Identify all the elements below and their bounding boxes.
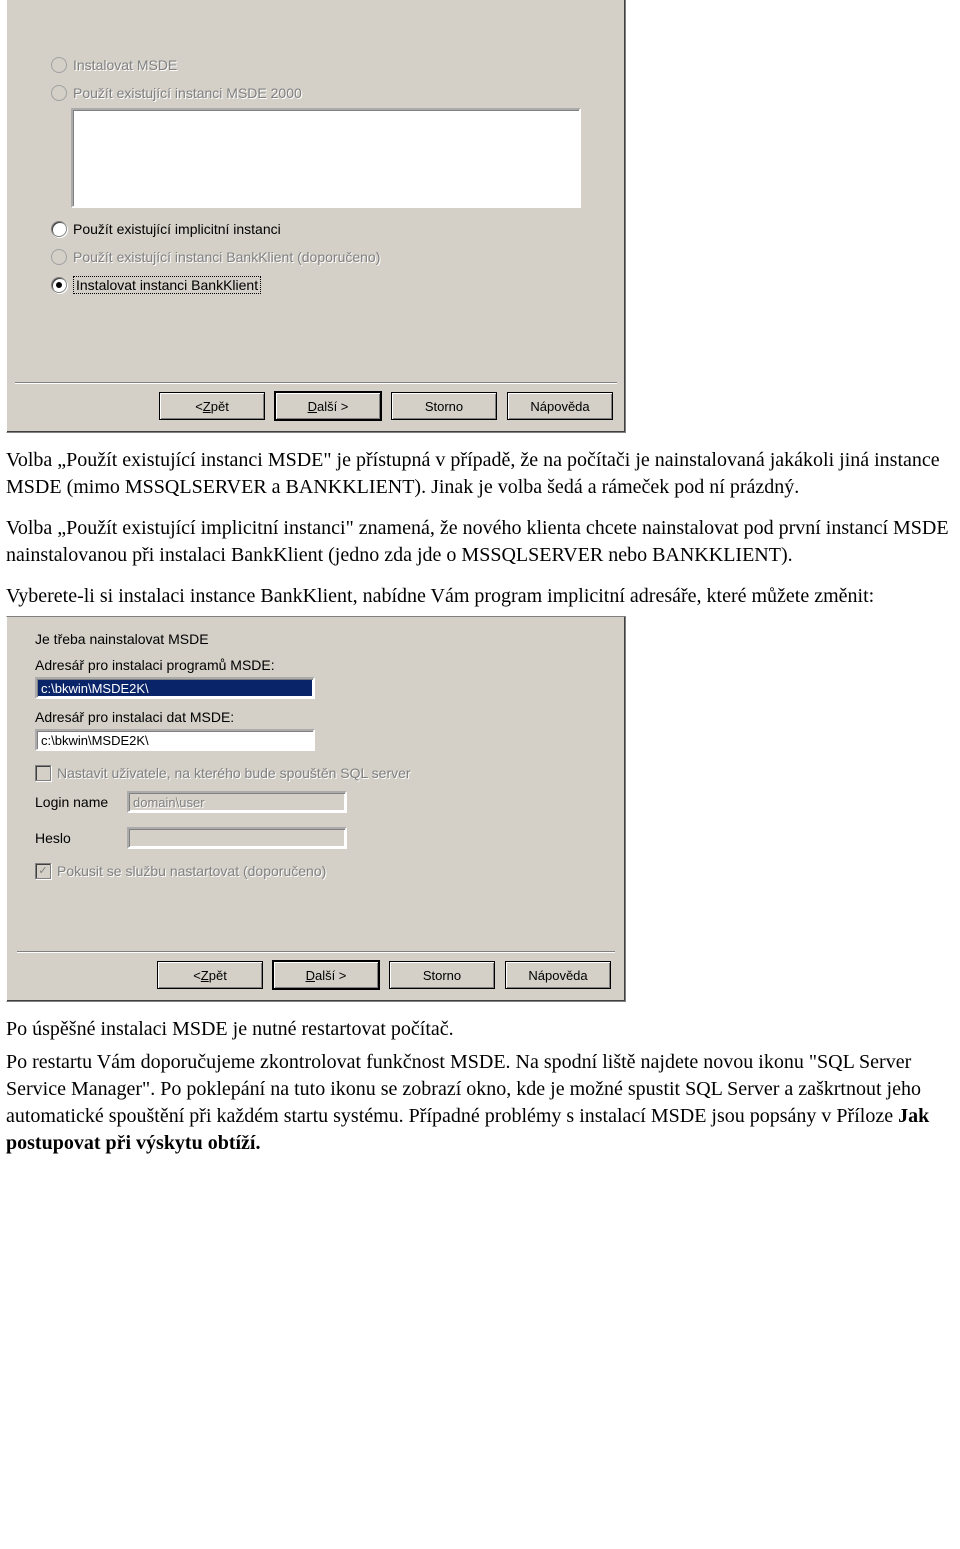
row-heslo: Heslo (35, 827, 615, 849)
cancel-button[interactable]: Storno (389, 961, 495, 989)
msde-paths-dialog: Je třeba nainstalovat MSDE Adresář pro i… (6, 616, 626, 1002)
text: D (306, 968, 315, 983)
label-login: Login name (35, 794, 127, 810)
text: Z (201, 968, 209, 983)
separator (15, 382, 617, 384)
instance-listbox[interactable] (71, 108, 581, 208)
body-paragraph-1: Volba „Použít existující instanci MSDE" … (6, 447, 954, 501)
radio-label: Použít existující instanci BankKlient (d… (73, 249, 380, 265)
body-paragraph-4: Po úspěšné instalaci MSDE je nutné resta… (6, 1016, 954, 1043)
radio-label: Instalovat instanci BankKlient (73, 276, 261, 294)
label-data-dir: Adresář pro instalaci dat MSDE: (35, 709, 615, 725)
radio-label: Instalovat MSDE (73, 57, 177, 73)
input-value: c:\bkwin\MSDE2K\ (41, 733, 149, 748)
next-button[interactable]: Další > (273, 961, 379, 989)
text: pět (211, 399, 229, 414)
radio-use-implicit[interactable]: Použít existující implicitní instanci (51, 218, 617, 240)
separator (17, 951, 615, 953)
install-options-dialog: Instalovat MSDE Použít existující instan… (6, 0, 626, 433)
placeholder: domain\user (133, 795, 205, 810)
input-data-dir[interactable]: c:\bkwin\MSDE2K\ (35, 729, 315, 751)
text: alší > (317, 399, 348, 414)
radio-icon[interactable] (51, 277, 67, 293)
checkbox-set-user: Nastavit uživatele, na kterého bude spou… (35, 763, 615, 783)
radio-icon (51, 249, 67, 265)
radio-label: Použít existující instanci MSDE 2000 (73, 85, 302, 101)
text: < (193, 968, 201, 983)
radio-label: Použít existující implicitní instanci (73, 221, 281, 237)
button-row: < Zpět Další > Storno Nápověda (15, 392, 613, 420)
input-prog-dir[interactable]: c:\bkwin\MSDE2K\ (35, 677, 315, 699)
radio-icon (51, 57, 67, 73)
checkbox-label: Nastavit uživatele, na kterého bude spou… (57, 765, 411, 781)
help-button[interactable]: Nápověda (507, 392, 613, 420)
text: Po restartu Vám doporučujeme zkontrolova… (6, 1051, 921, 1127)
dialog-heading: Je třeba nainstalovat MSDE (35, 631, 615, 647)
text: D (308, 399, 317, 414)
radio-icon[interactable] (51, 221, 67, 237)
checkbox-start-service: Pokusit se službu nastartovat (doporučen… (35, 861, 615, 881)
radio-icon (51, 85, 67, 101)
text: < (195, 399, 203, 414)
radio-install-msde: Instalovat MSDE (51, 54, 617, 76)
radio-use-bankklient: Použít existující instanci BankKlient (d… (51, 246, 617, 268)
checkbox-icon (35, 863, 51, 879)
input-value: c:\bkwin\MSDE2K\ (41, 681, 149, 696)
help-button[interactable]: Nápověda (505, 961, 611, 989)
label-heslo: Heslo (35, 830, 127, 846)
button-row: < Zpět Další > Storno Nápověda (17, 961, 611, 989)
text: Z (203, 399, 211, 414)
next-button[interactable]: Další > (275, 392, 381, 420)
back-button[interactable]: < Zpět (159, 392, 265, 420)
input-heslo (127, 827, 347, 849)
body-paragraph-5: Po restartu Vám doporučujeme zkontrolova… (6, 1049, 954, 1157)
text: alší > (315, 968, 346, 983)
radio-install-bankklient[interactable]: Instalovat instanci BankKlient (51, 274, 617, 296)
radio-use-existing-msde2000: Použít existující instanci MSDE 2000 (51, 82, 617, 104)
input-login: domain\user (127, 791, 347, 813)
body-paragraph-2: Volba „Použít existující implicitní inst… (6, 515, 954, 569)
cancel-button[interactable]: Storno (391, 392, 497, 420)
checkbox-icon (35, 765, 51, 781)
checkbox-label: Pokusit se službu nastartovat (doporučen… (57, 863, 326, 879)
back-button[interactable]: < Zpět (157, 961, 263, 989)
label-prog-dir: Adresář pro instalaci programů MSDE: (35, 657, 615, 673)
row-login: Login name domain\user (35, 791, 615, 813)
body-paragraph-3: Vyberete-li si instalaci instance BankKl… (6, 583, 954, 610)
text: pět (209, 968, 227, 983)
